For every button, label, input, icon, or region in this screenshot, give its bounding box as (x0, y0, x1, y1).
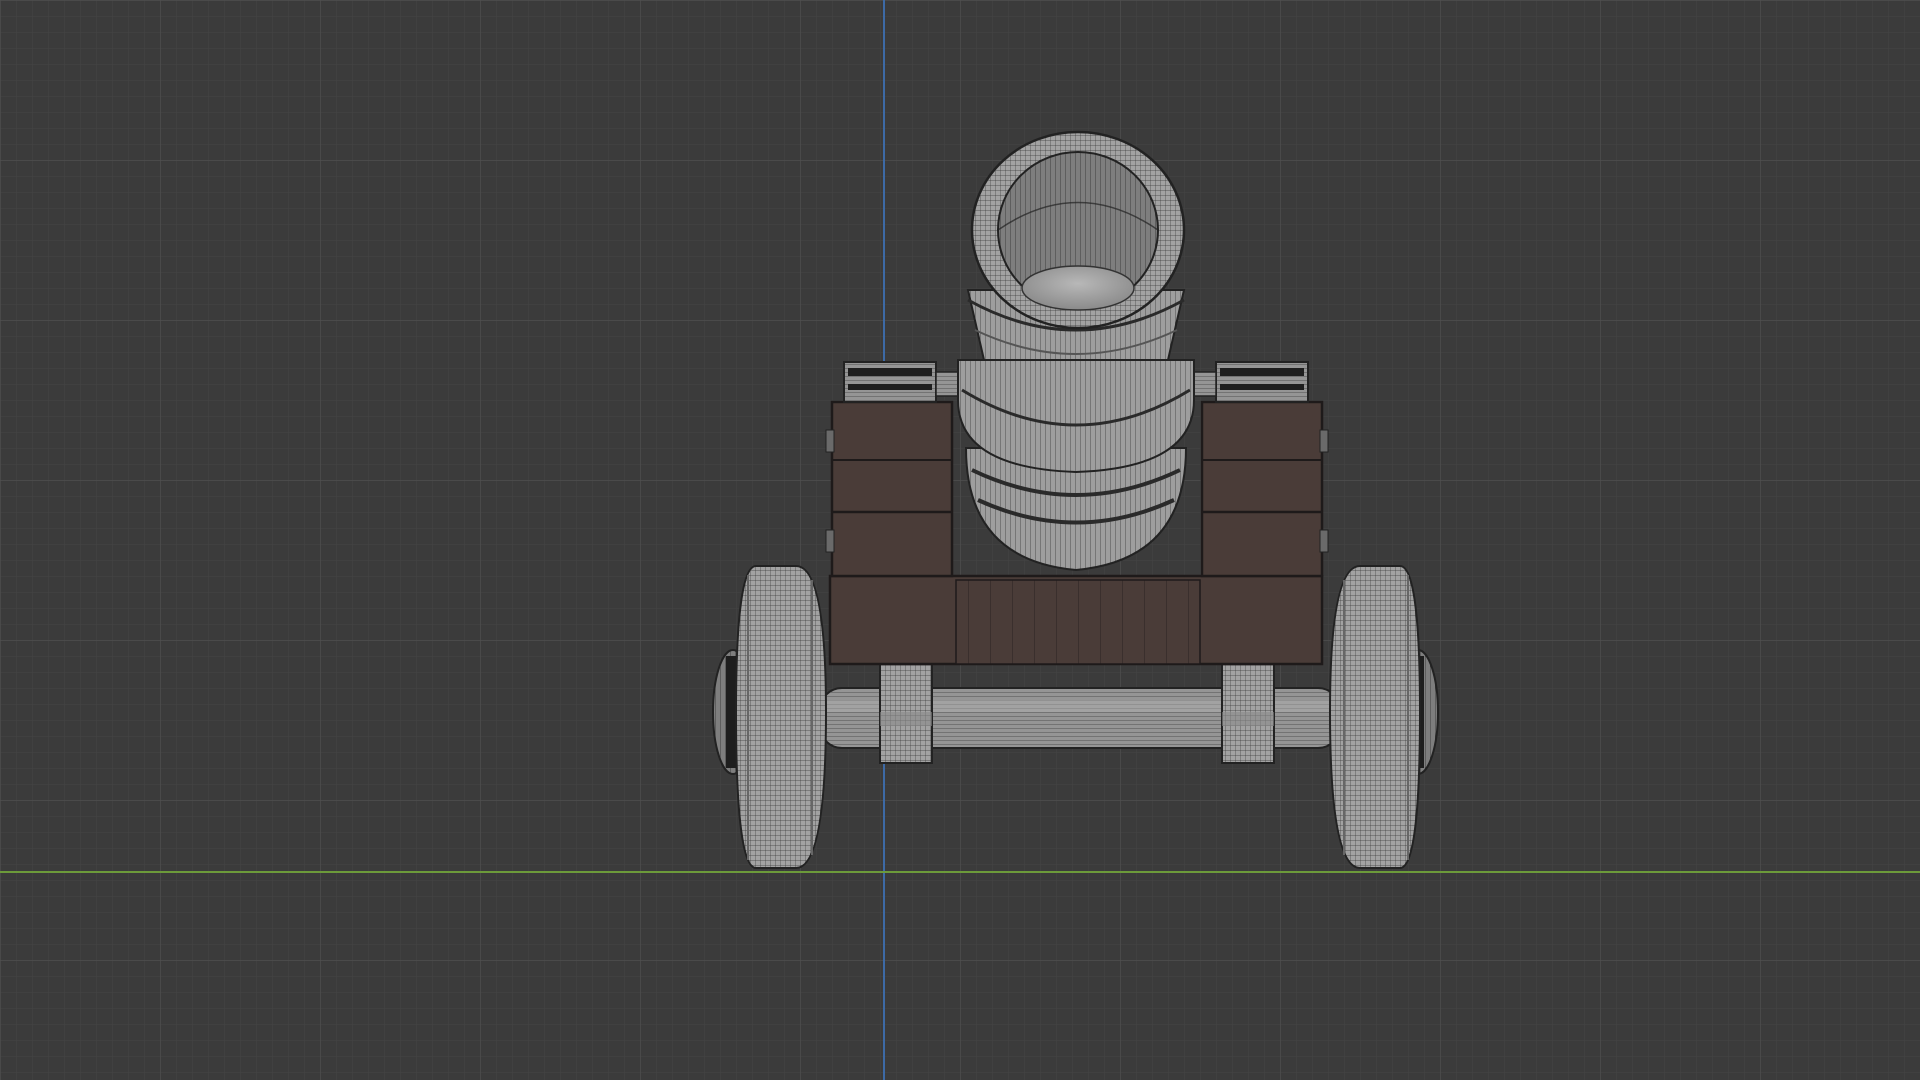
carriage-cheek-left[interactable] (825, 400, 954, 578)
trunnion-cap-left[interactable] (843, 361, 937, 403)
viewport-grid (0, 0, 1920, 1080)
axle-bracket-right[interactable] (1221, 662, 1275, 764)
carriage-base[interactable] (828, 574, 1324, 666)
muzzle-bore (1021, 265, 1135, 311)
axle-bracket-left[interactable] (879, 662, 933, 764)
barrel-muzzle[interactable] (970, 130, 1186, 330)
3d-viewport[interactable] (0, 0, 1920, 1080)
viewport-canvas[interactable] (0, 0, 1920, 1080)
carriage-cheek-right[interactable] (1200, 400, 1329, 578)
trunnion-cap-right[interactable] (1215, 361, 1309, 403)
